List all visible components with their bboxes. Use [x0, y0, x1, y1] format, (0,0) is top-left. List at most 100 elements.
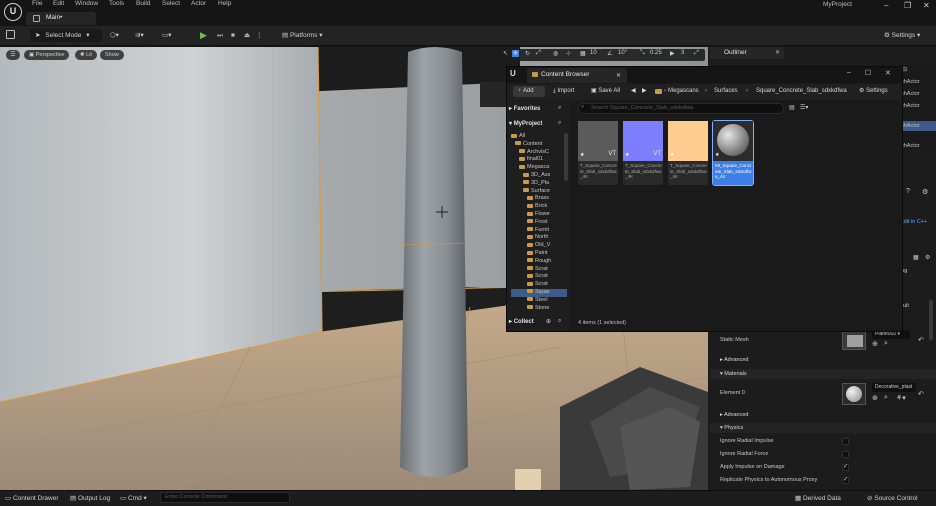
tree-folder-item[interactable]: Stone	[511, 305, 567, 313]
source-control-button[interactable]: ⊘ Source Control	[867, 494, 918, 502]
tree-folder-item[interactable]: Brass	[511, 195, 567, 203]
add-button[interactable]: + Add	[513, 86, 545, 97]
maximize-viewport-icon[interactable]: ⤢	[694, 50, 699, 57]
tree-folder-item[interactable]: Furnit	[511, 227, 567, 235]
breadcrumb-megascans[interactable]: Megascans	[668, 86, 699, 97]
ignore-radial-force-checkbox[interactable]	[842, 451, 849, 458]
play-icon[interactable]: ▶	[200, 29, 207, 42]
output-log-button[interactable]: ▤ Output Log	[70, 494, 110, 502]
project-header[interactable]: ▾ MyProject	[509, 118, 542, 130]
eject-icon[interactable]: ⏏	[244, 29, 250, 42]
apply-impulse-checkbox[interactable]: ✓	[842, 464, 849, 471]
tree-folder-item[interactable]: Paint	[511, 250, 567, 258]
tree-folder-item[interactable]: Megasca	[511, 164, 567, 172]
menu-actor[interactable]: Actor	[191, 0, 206, 8]
edit-cpp-link[interactable]: Edit in C++	[900, 219, 927, 225]
cmd-button[interactable]: ▭ Cmd ▾	[120, 494, 147, 502]
menu-select[interactable]: Select	[162, 0, 180, 8]
add-collection-icon[interactable]: ⊕	[546, 318, 551, 325]
derived-data-button[interactable]: ▦ Derived Data	[795, 494, 841, 502]
viewport-menu-icon[interactable]: ☰	[6, 50, 20, 60]
content-drawer-button[interactable]: ▭ Content Drawer	[5, 494, 59, 502]
outliner-row-selected[interactable]: shActor	[898, 121, 936, 131]
menu-tools[interactable]: Tools	[109, 0, 124, 8]
breadcrumb-surfaces[interactable]: Surfaces	[714, 86, 738, 97]
details-scrollbar[interactable]	[929, 300, 933, 340]
material-options-icon[interactable]: ⚘▾	[896, 394, 906, 402]
asset-search-input[interactable]: Search Square_Concrete_Slab_sdxkdfwa	[578, 103, 784, 114]
tree-folder-item[interactable]: North	[511, 234, 567, 242]
maximize-icon[interactable]: ☐	[865, 69, 871, 77]
use-selected-icon[interactable]: ⊕	[872, 340, 878, 348]
menu-window[interactable]: Window	[75, 0, 98, 8]
details-view-icon[interactable]: ▦	[913, 254, 919, 261]
material-dropdown[interactable]: Decorative_plast	[872, 383, 916, 392]
outliner-row[interactable]: shActor	[898, 141, 936, 151]
world-space-icon[interactable]: ◍	[553, 50, 558, 57]
asset-tile[interactable]: ★ VT T_Square_Concrete_Slab_sdxkdfwa_4K	[578, 121, 618, 185]
tree-folder-item[interactable]: 3D_Pla	[511, 180, 567, 188]
history-back-icon[interactable]: ◀	[631, 86, 636, 97]
tree-folder-item[interactable]: Surface	[511, 188, 567, 196]
physics-section[interactable]: ▾ Physics	[710, 423, 936, 433]
blueprint-icon[interactable]: ⇉▾	[135, 29, 144, 42]
ignore-radial-impulse-checkbox[interactable]	[842, 438, 849, 445]
breadcrumb-current-folder[interactable]: Square_Concrete_Slab_sdxkdfwa	[756, 86, 847, 97]
outliner-row[interactable]: shActor	[898, 101, 936, 111]
close-window-icon[interactable]: ✕	[885, 69, 891, 77]
replicate-physics-checkbox[interactable]: ✓	[842, 477, 849, 484]
collections-header[interactable]: ▸ Collect	[509, 316, 534, 328]
grid-snap-icon[interactable]: ▦	[580, 50, 586, 57]
tree-folder-item[interactable]: Scrat	[511, 281, 567, 289]
camera-speed-icon[interactable]: ▶	[670, 50, 675, 57]
use-selected-icon[interactable]: ⊕	[872, 394, 878, 402]
search-icon[interactable]: ⌕	[558, 120, 561, 127]
rotate-tool-icon[interactable]: ↻	[525, 50, 530, 57]
tab-content-browser[interactable]: Content Browser	[527, 68, 627, 83]
advanced-expander[interactable]: ▸ Advanced	[710, 410, 936, 420]
outliner-row[interactable]: shActor	[898, 89, 936, 99]
menu-help[interactable]: Help	[218, 0, 231, 8]
tree-folder-item[interactable]: Flowe	[511, 211, 567, 219]
static-mesh-thumbnail[interactable]	[842, 330, 866, 350]
cinematics-icon[interactable]: ▭▾	[162, 29, 171, 42]
tree-folder-item[interactable]: Squar	[511, 288, 567, 297]
scale-snap-value[interactable]: 0.25	[650, 50, 662, 56]
tree-scrollbar[interactable]	[564, 133, 568, 181]
tree-folder-item[interactable]: Brick	[511, 203, 567, 211]
search-icon[interactable]: ⌕	[558, 318, 561, 325]
move-tool-icon[interactable]: ✥	[512, 50, 520, 57]
asset-tile[interactable]: ★ VT T_Square_Concrete_Slab_sdxkdfwa_4K	[623, 121, 663, 185]
tree-folder-item[interactable]: Scrat	[511, 266, 567, 274]
step-icon[interactable]: ⏭	[217, 29, 223, 42]
menu-edit[interactable]: Edit	[53, 0, 64, 8]
advanced-expander[interactable]: ▸ Advanced	[710, 355, 936, 365]
play-options-icon[interactable]: ⋮	[256, 29, 263, 42]
asset-tile[interactable]: ★ T_Square_Concrete_Slab_sdxkdfwa_4K	[668, 121, 708, 185]
camera-speed-value[interactable]: 3	[681, 50, 684, 56]
cb-settings-button[interactable]: ⚙ Settings	[859, 86, 888, 97]
outliner-row[interactable]: shActor	[898, 77, 936, 87]
tree-folder-item[interactable]: Old_V	[511, 242, 567, 250]
close-tab-icon[interactable]: ✕	[775, 49, 780, 56]
tree-folder-item[interactable]: Scrat	[511, 273, 567, 281]
select-mode-dropdown[interactable]: ➤ Select Mode ▾	[30, 29, 102, 42]
save-icon[interactable]	[6, 30, 15, 39]
minimize-icon[interactable]: –	[847, 69, 851, 76]
angle-snap-icon[interactable]: ∠	[607, 50, 612, 57]
grid-snap-value[interactable]: 10	[590, 50, 597, 56]
stop-icon[interactable]: ■	[231, 29, 235, 42]
history-forward-icon[interactable]: ▶	[642, 86, 647, 97]
tree-folder-item[interactable]: Frost	[511, 219, 567, 227]
tree-folder-item[interactable]: 3D_Ass	[511, 172, 567, 180]
details-gear-icon[interactable]: ⚙	[925, 254, 930, 261]
select-tool-icon[interactable]: ↖	[503, 50, 508, 57]
reset-icon[interactable]: ↶	[918, 336, 924, 344]
favorites-header[interactable]: ▸ Favorites	[509, 103, 540, 115]
menu-file[interactable]: File	[32, 0, 42, 8]
platforms-dropdown[interactable]: ▤ Platforms ▾	[282, 29, 323, 42]
show-button[interactable]: Show	[100, 50, 124, 60]
menu-build[interactable]: Build	[136, 0, 150, 8]
filter-icon[interactable]: ☰▾	[800, 104, 808, 111]
settings-button[interactable]: ⚙ Settings ▾	[884, 29, 920, 42]
